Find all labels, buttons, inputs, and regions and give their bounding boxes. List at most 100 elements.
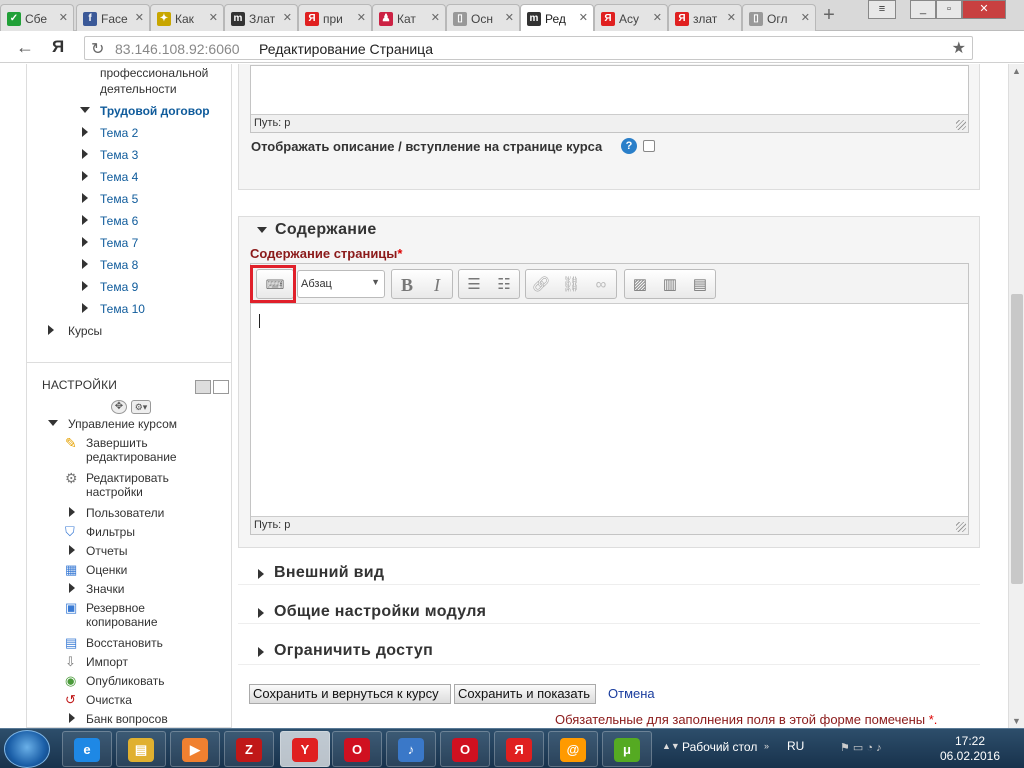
browser-tab[interactable]: m Ред ✕ [520, 4, 594, 32]
media-icon[interactable]: ▥ [657, 275, 683, 295]
tree-item-trudovoy-dogovor[interactable]: Трудовой договор [100, 104, 210, 118]
close-tab-icon[interactable]: ✕ [59, 11, 68, 24]
anchor-icon[interactable]: ∞ [588, 275, 614, 295]
taskbar-app-opera[interactable]: O [332, 731, 382, 767]
toolbar-chevron-icon[interactable]: ▲▼ [662, 741, 680, 751]
language-indicator[interactable]: RU [787, 739, 804, 753]
tree-item-tema[interactable]: Тема 7 [100, 236, 138, 250]
browser-tab[interactable]: f Face ✕ [76, 4, 150, 31]
page-scrollbar[interactable]: ▲ ▼ [1008, 64, 1024, 728]
close-tab-icon[interactable]: ✕ [505, 11, 514, 24]
browser-tab[interactable]: Язлат ✕ [668, 4, 742, 31]
format-select[interactable]: Абзац ▼ [297, 270, 385, 298]
resize-grip-icon[interactable] [956, 522, 966, 532]
browser-tab[interactable]: ✓ Сбе ✕ [0, 4, 74, 31]
collapsed-triangle-icon[interactable] [258, 647, 264, 657]
numbered-list-icon[interactable]: ☷ [491, 275, 517, 295]
collapsed-triangle-icon[interactable] [82, 215, 88, 225]
tray-icons[interactable]: ⚑ ▭ ◔ ♪ [840, 741, 882, 754]
collapsed-triangle-icon[interactable] [82, 171, 88, 181]
scrollbar-thumb[interactable] [1011, 294, 1023, 584]
back-icon[interactable]: ← [16, 37, 34, 58]
collapsed-triangle-icon[interactable] [258, 569, 264, 579]
browser-tab[interactable]: m Злат ✕ [224, 4, 298, 31]
taskbar-app-opera2[interactable]: O [440, 731, 490, 767]
taskbar-app-utorrent[interactable]: μ [602, 731, 652, 767]
system-clock[interactable]: 17:22 06.02.2016 [930, 734, 1010, 764]
admin-item-publish[interactable]: Опубликовать [86, 674, 164, 688]
tree-item-tema[interactable]: Тема 9 [100, 280, 138, 294]
new-tab-button[interactable]: + [818, 5, 840, 27]
browser-tab[interactable]: Я Асу ✕ [594, 4, 668, 31]
save-show-button[interactable]: Сохранить и показать [454, 684, 596, 704]
browser-tab[interactable]: ▯ Осн ✕ [446, 4, 520, 31]
admin-item-edit-settings[interactable]: Редактировать настройки [86, 471, 169, 499]
start-button[interactable] [4, 730, 50, 768]
collapsed-triangle-icon[interactable] [82, 303, 88, 313]
gear-menu-icon[interactable]: ⚙▾ [131, 400, 151, 414]
collapsed-triangle-icon[interactable] [82, 281, 88, 291]
expanded-triangle-icon[interactable] [80, 107, 90, 113]
close-tab-icon[interactable]: ✕ [431, 11, 440, 24]
yandex-logo[interactable]: Я [52, 37, 64, 57]
move-icon[interactable]: ✥ [111, 400, 127, 414]
image-icon[interactable]: ▨ [627, 275, 653, 295]
link-icon[interactable]: 🔗︎ [528, 275, 554, 295]
expanded-triangle-icon[interactable] [48, 420, 58, 426]
browser-tab[interactable]: ✦ Как ✕ [150, 4, 224, 31]
tree-item-tema[interactable]: Тема 10 [100, 302, 145, 316]
desktop-toolbar-label[interactable]: Рабочий стол [682, 740, 757, 754]
browser-tab[interactable]: ▯ Огл ✕ [742, 4, 816, 31]
collapsed-triangle-icon[interactable] [82, 237, 88, 247]
intro-editor[interactable]: Путь: p [250, 65, 969, 133]
admin-item-finish-editing[interactable]: Завершить редактирование [86, 436, 177, 464]
italic-icon[interactable]: I [424, 275, 450, 295]
expanded-triangle-icon[interactable] [257, 227, 267, 233]
tree-item-kursy[interactable]: Курсы [68, 324, 102, 338]
unlink-icon[interactable]: ⛓ [558, 275, 584, 295]
collapsed-triangle-icon[interactable] [69, 507, 75, 517]
collapsed-triangle-icon[interactable] [69, 713, 75, 723]
browser-tab[interactable]: ♟ Кат ✕ [372, 4, 446, 31]
taskbar-app-mail[interactable]: @ [548, 731, 598, 767]
admin-item-import[interactable]: Импорт [86, 655, 128, 669]
desktop-chevron-icon[interactable]: » [764, 741, 769, 751]
admin-item-filters[interactable]: Фильтры [86, 525, 135, 539]
show-description-checkbox[interactable] [643, 140, 655, 152]
taskbar-app-explorer[interactable]: ▤ [116, 731, 166, 767]
section-module-settings[interactable]: Общие настройки модуля [274, 603, 486, 621]
taskbar-app-media[interactable]: ▶ [170, 731, 220, 767]
admin-item-badges[interactable]: Значки [86, 582, 125, 596]
taskbar-app-yandex[interactable]: Y [280, 731, 330, 767]
tree-item-tema[interactable]: Тема 4 [100, 170, 138, 184]
tree-item-tema[interactable]: Тема 8 [100, 258, 138, 272]
content-editor[interactable]: ⌨ Абзац ▼ B I ☰ ☷ 🔗︎ ⛓ ∞ ▨ ▥ ▤ Путь: p [250, 263, 969, 535]
taskbar-app-zynga[interactable]: Z [224, 731, 274, 767]
close-tab-icon[interactable]: ✕ [135, 11, 144, 24]
close-tab-icon[interactable]: ✕ [209, 11, 218, 24]
tree-item-tema[interactable]: Тема 6 [100, 214, 138, 228]
admin-item-users[interactable]: Пользователи [86, 506, 164, 520]
scroll-up-icon[interactable]: ▲ [1012, 66, 1021, 76]
cancel-link[interactable]: Отмена [608, 686, 655, 701]
reload-icon[interactable]: ↻ [91, 39, 104, 59]
admin-item-question-bank[interactable]: Банк вопросов [86, 712, 168, 726]
collapsed-triangle-icon[interactable] [82, 127, 88, 137]
section-restrict-access[interactable]: Ограничить доступ [274, 642, 433, 660]
close-tab-icon[interactable]: ✕ [801, 11, 810, 24]
close-window-button[interactable]: ✕ [962, 0, 1006, 19]
taskbar-app-ie[interactable]: e [62, 731, 112, 767]
collapsed-triangle-icon[interactable] [82, 193, 88, 203]
taskbar-app-sound[interactable]: ♪ [386, 731, 436, 767]
tree-item-tema[interactable]: Тема 5 [100, 192, 138, 206]
scroll-down-icon[interactable]: ▼ [1012, 716, 1021, 726]
url-field[interactable]: ↻ 83.146.108.92:6060 Редактирование Стра… [84, 36, 973, 60]
content-section-title[interactable]: Содержание [275, 221, 377, 239]
section-appearance[interactable]: Внешний вид [274, 564, 384, 582]
bookmark-star-icon[interactable]: ★ [952, 38, 966, 58]
bold-icon[interactable]: B [394, 275, 420, 295]
taskbar-app-yandex2[interactable]: Я [494, 731, 544, 767]
dock-block-icon[interactable] [195, 380, 211, 394]
maximize-button[interactable]: ▫ [936, 0, 962, 19]
admin-item-backup[interactable]: Резервное копирование [86, 601, 158, 629]
